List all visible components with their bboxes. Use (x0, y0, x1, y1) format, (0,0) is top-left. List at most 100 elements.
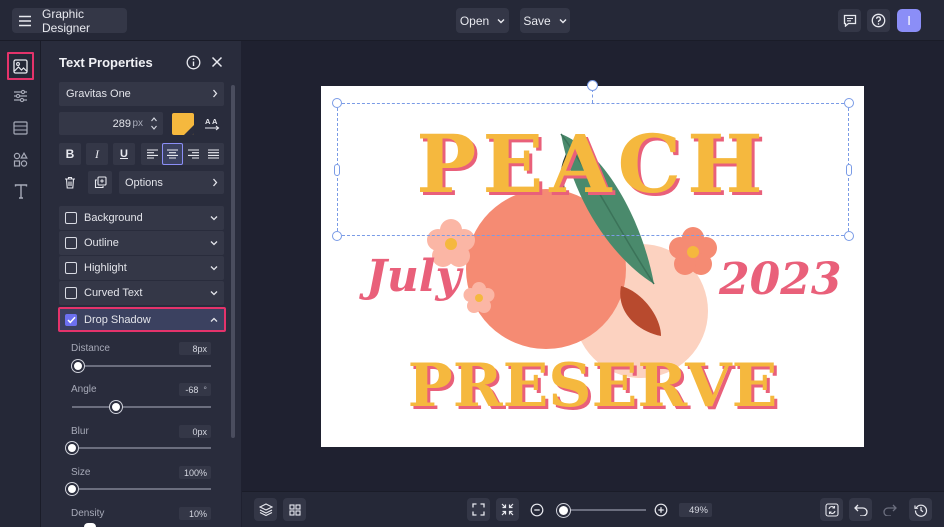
drop-shadow-section[interactable]: Drop Shadow (58, 307, 226, 332)
curved-text-checkbox[interactable] (65, 287, 77, 299)
chevron-right-icon (213, 178, 218, 187)
text-color-swatch[interactable] (172, 113, 194, 135)
resize-handle-w[interactable] (334, 164, 340, 176)
history-icon (913, 504, 927, 517)
undo-button[interactable] (849, 498, 872, 521)
font-size-unit: px (132, 118, 143, 129)
size-slider[interactable] (66, 483, 211, 495)
drop-shadow-checkbox[interactable] (65, 313, 77, 326)
layers-button[interactable] (254, 498, 277, 521)
distance-value[interactable]: 8px (179, 342, 211, 355)
curved-text-section[interactable]: Curved Text (59, 281, 224, 305)
background-section[interactable]: Background (59, 206, 224, 230)
align-justify-icon (207, 149, 219, 159)
distance-slider[interactable] (71, 360, 211, 372)
date-month-text: July (366, 251, 462, 302)
align-center-button[interactable] (162, 143, 183, 165)
svg-text:A: A (205, 117, 211, 126)
align-right-icon (187, 149, 199, 159)
zoom-in-icon (654, 503, 667, 516)
highlight-checkbox[interactable] (65, 262, 77, 274)
trash-icon (65, 176, 75, 189)
info-button[interactable] (185, 54, 201, 70)
resize-handle-ne[interactable] (844, 98, 854, 108)
angle-value[interactable]: -68 ° (179, 383, 211, 396)
background-label: Background (84, 212, 143, 224)
rail-image-tool[interactable] (7, 52, 34, 80)
outline-checkbox[interactable] (65, 237, 77, 249)
bold-button[interactable]: B (59, 143, 81, 165)
layout-icon (13, 120, 28, 135)
text-case-button[interactable]: AA (201, 113, 223, 135)
resize-handle-sw[interactable] (332, 231, 342, 241)
selection-box[interactable] (337, 103, 849, 236)
headline-preserve-text: PRESERVE (407, 351, 778, 421)
rotate-handle[interactable] (587, 80, 598, 91)
options-button[interactable]: Options (119, 171, 224, 194)
redo-button[interactable] (878, 498, 901, 521)
fit-to-screen-button[interactable] (467, 498, 490, 521)
font-family-select[interactable]: Gravitas One (59, 82, 224, 106)
zoom-value[interactable]: 49% (679, 503, 712, 517)
image-icon (13, 58, 28, 74)
size-value[interactable]: 100% (179, 466, 211, 479)
comments-button[interactable] (838, 9, 861, 32)
user-avatar[interactable]: I (897, 9, 921, 32)
app-title: Graphic Designer (42, 6, 91, 35)
resize-handle-se[interactable] (844, 231, 854, 241)
date-year[interactable]: 2023 (719, 254, 841, 305)
close-panel-button[interactable] (209, 54, 225, 70)
panel-title: Text Properties (59, 55, 153, 70)
zoom-out-button[interactable] (529, 502, 544, 517)
actual-size-button[interactable] (496, 498, 519, 521)
resize-handle-nw[interactable] (332, 98, 342, 108)
italic-button[interactable]: I (86, 143, 108, 165)
distance-slider-handle[interactable] (71, 360, 84, 372)
chevron-down-icon (210, 291, 218, 296)
rail-text-tool[interactable] (8, 179, 33, 204)
zoom-in-button[interactable] (653, 502, 668, 517)
size-slider-handle[interactable] (66, 483, 78, 495)
zoom-out-icon (530, 503, 543, 516)
align-left-button[interactable] (142, 143, 162, 165)
highlight-section[interactable]: Highlight (59, 256, 224, 280)
bold-icon: B (65, 147, 75, 161)
rail-graphics-tool[interactable] (8, 147, 33, 172)
zoom-slider-handle[interactable] (556, 503, 570, 517)
zoom-slider[interactable] (556, 503, 646, 517)
headline-preserve[interactable]: PRESERVE (321, 350, 864, 422)
app-menu-button[interactable]: Graphic Designer (12, 6, 127, 35)
panel-scrollbar[interactable] (231, 85, 235, 438)
font-size-stepper[interactable] (149, 115, 159, 132)
blur-value[interactable]: 0px (179, 425, 211, 438)
open-button[interactable]: Open (456, 8, 509, 33)
expand-icon (472, 503, 485, 516)
resize-handle-e[interactable] (846, 164, 852, 176)
underline-button[interactable]: U (113, 143, 135, 165)
grid-button[interactable] (283, 498, 306, 521)
density-slider-handle-partial[interactable] (84, 523, 96, 527)
angle-slider[interactable] (72, 401, 211, 413)
layers-icon (258, 503, 273, 516)
font-size-field[interactable]: 289 px (59, 112, 163, 135)
background-checkbox[interactable] (65, 212, 77, 224)
delete-button[interactable] (59, 171, 81, 194)
align-center-icon (167, 149, 178, 159)
align-right-button[interactable] (183, 143, 203, 165)
duplicate-button[interactable] (88, 171, 112, 194)
rail-layout-tool[interactable] (8, 115, 33, 140)
comment-icon (843, 14, 856, 27)
info-icon (186, 55, 200, 69)
blur-slider[interactable] (66, 442, 211, 454)
help-button[interactable] (867, 9, 890, 32)
save-button[interactable]: Save (520, 8, 570, 33)
reset-rotation-button[interactable] (820, 498, 843, 521)
history-button[interactable] (909, 498, 932, 521)
density-value[interactable]: 10% (179, 507, 211, 520)
outline-section[interactable]: Outline (59, 231, 224, 255)
shapes-icon (13, 152, 28, 167)
date-month[interactable]: July (366, 251, 461, 302)
align-justify-button[interactable] (203, 143, 223, 165)
rail-adjust-tool[interactable] (8, 83, 33, 108)
blur-slider-handle[interactable] (66, 442, 78, 454)
